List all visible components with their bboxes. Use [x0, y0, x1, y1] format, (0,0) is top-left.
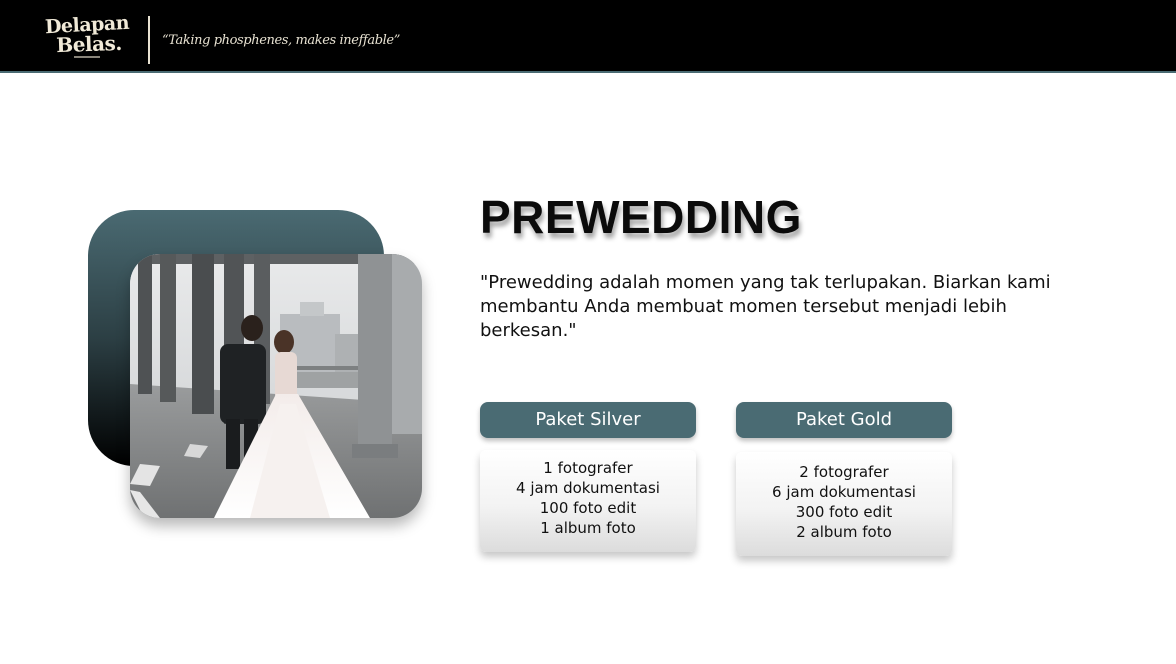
- package-gold-feature-list: 2 fotografer 6 jam dokumentasi 300 foto …: [736, 462, 952, 542]
- logo-underline: [74, 56, 100, 58]
- package-feature: 2 fotografer: [799, 463, 889, 481]
- package-gold-button[interactable]: Paket Gold: [736, 402, 952, 438]
- header-divider: [148, 16, 150, 64]
- wedding-photo-illustration: [130, 254, 422, 518]
- package-gold-details: 2 fotografer 6 jam dokumentasi 300 foto …: [736, 452, 952, 556]
- package-silver-details: 1 fotografer 4 jam dokumentasi 100 foto …: [480, 450, 696, 552]
- package-silver-button[interactable]: Paket Silver: [480, 402, 696, 438]
- package-feature: 6 jam dokumentasi: [772, 483, 916, 501]
- page-title: PREWEDDING: [480, 191, 802, 243]
- logo-text-line2: Belas.: [55, 30, 123, 58]
- package-feature: 4 jam dokumentasi: [516, 479, 660, 497]
- package-feature: 1 fotografer: [543, 459, 633, 477]
- prewedding-photo: [130, 254, 422, 518]
- package-feature: 300 foto edit: [795, 503, 893, 521]
- brand-tagline: “Taking phosphenes, makes ineffable”: [162, 33, 400, 48]
- brand-logo[interactable]: Delapan Belas.: [44, 12, 130, 62]
- page-description: "Prewedding adalah momen yang tak terlup…: [480, 272, 1051, 341]
- package-silver-feature-list: 1 fotografer 4 jam dokumentasi 100 foto …: [480, 458, 696, 538]
- package-feature: 2 album foto: [796, 523, 892, 541]
- package-feature: 100 foto edit: [539, 499, 637, 517]
- package-feature: 1 album foto: [540, 519, 636, 537]
- site-header: Delapan Belas. “Taking phosphenes, makes…: [0, 0, 1176, 73]
